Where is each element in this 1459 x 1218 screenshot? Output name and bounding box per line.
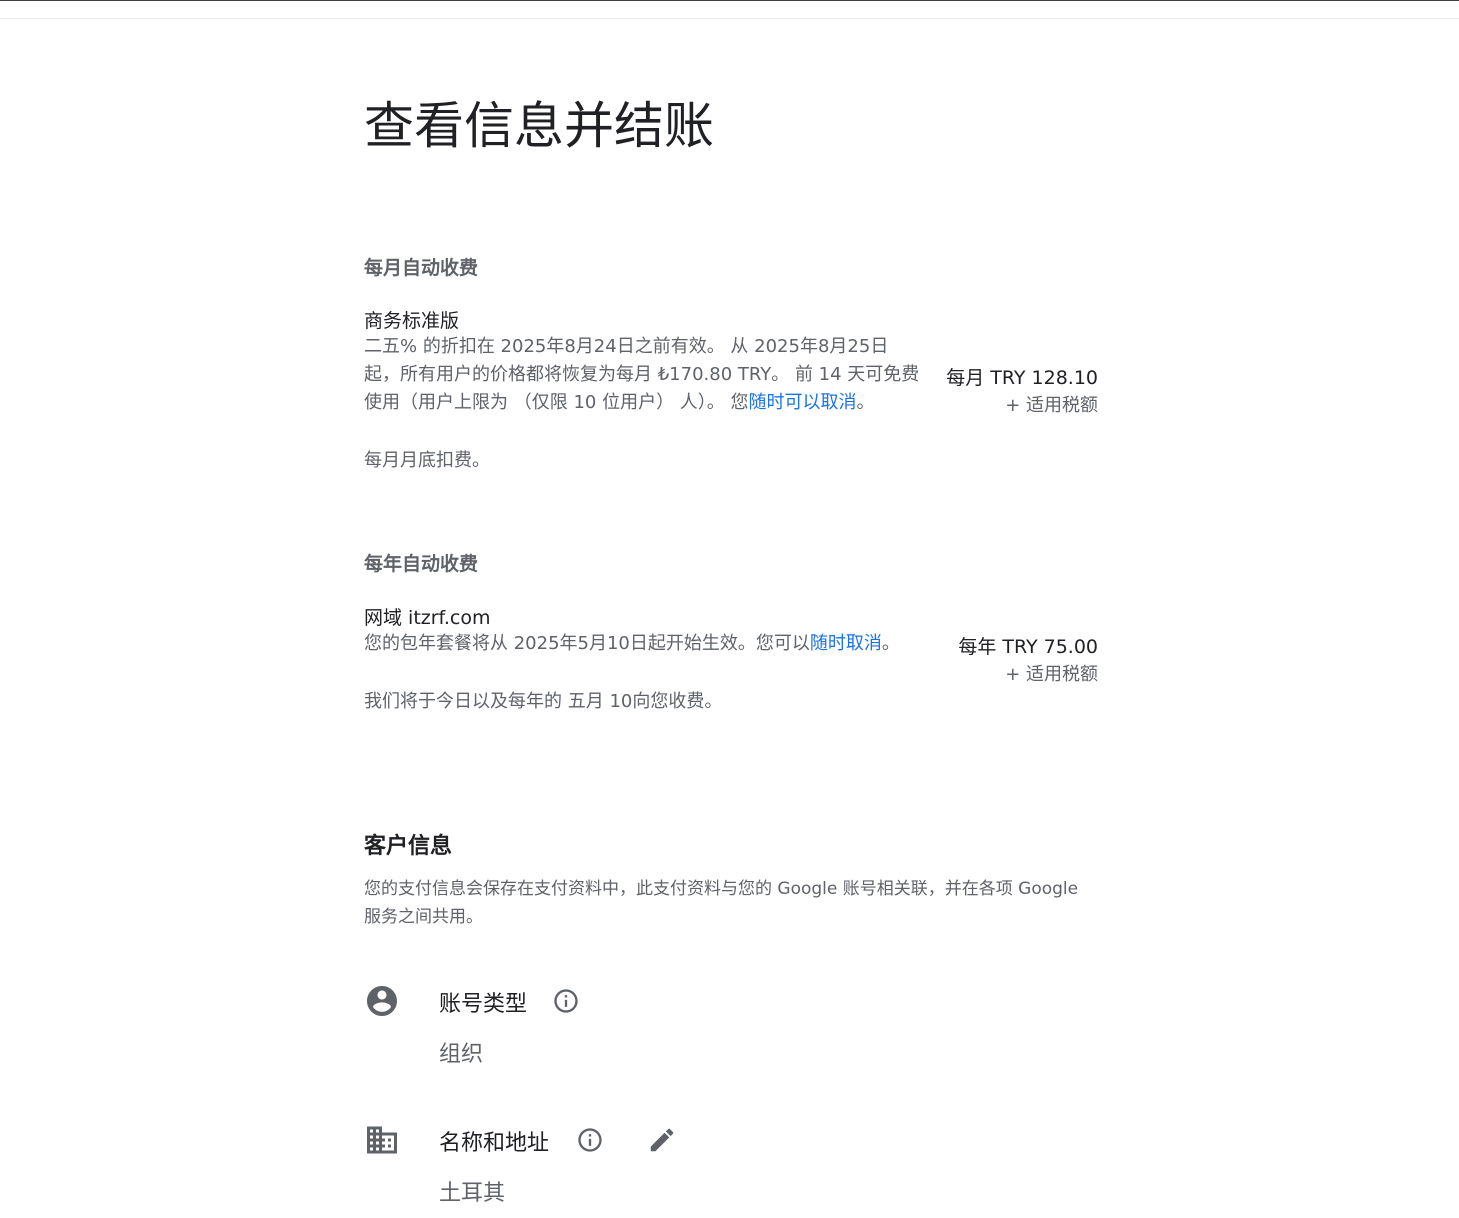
info-icon[interactable] bbox=[576, 1126, 604, 1154]
customer-info-description: 您的支付信息会保存在支付资料中，此支付资料与您的 Google 账号相关联，并在… bbox=[364, 879, 1079, 927]
account-type-title: 账号类型 bbox=[439, 992, 528, 1017]
monthly-desc-end: 。 bbox=[856, 392, 875, 413]
name-address-value: 土耳其 bbox=[439, 1181, 506, 1206]
business-icon bbox=[367, 1126, 397, 1154]
header-divider bbox=[0, 18, 1459, 19]
monthly-item-name: 商务标准版 bbox=[364, 310, 460, 332]
account-circle-icon bbox=[367, 986, 397, 1016]
edit-pencil-icon[interactable] bbox=[647, 1125, 677, 1155]
monthly-charges-label: 每月自动收费 bbox=[364, 257, 479, 279]
monthly-tax-note: + 适用税额 bbox=[1005, 395, 1098, 416]
monthly-billing-note: 每月月底扣费。 bbox=[364, 450, 490, 471]
name-address-title: 名称和地址 bbox=[439, 1131, 550, 1156]
yearly-item-name: 网域 itzrf.com bbox=[364, 607, 491, 629]
yearly-desc-end: 。 bbox=[881, 633, 900, 654]
monthly-cancel-anytime-link[interactable]: 随时可以取消 bbox=[749, 392, 857, 413]
monthly-price: 每月 TRY 128.10 bbox=[946, 367, 1098, 389]
customer-info-heading: 客户信息 bbox=[364, 834, 453, 859]
yearly-charges-label: 每年自动收费 bbox=[364, 553, 479, 575]
account-type-value: 组织 bbox=[439, 1042, 484, 1067]
yearly-tax-note: + 适用税额 bbox=[1005, 664, 1098, 685]
window-top-border bbox=[0, 0, 1459, 1]
yearly-desc-text: 您的包年套餐将从 2025年5月10日起开始生效。您可以 bbox=[364, 633, 810, 654]
yearly-item-description: 您的包年套餐将从 2025年5月10日起开始生效。您可以随时取消。 bbox=[364, 630, 920, 658]
info-icon[interactable] bbox=[552, 987, 580, 1015]
yearly-cancel-anytime-link[interactable]: 随时取消 bbox=[810, 633, 882, 654]
yearly-price: 每年 TRY 75.00 bbox=[958, 636, 1098, 658]
monthly-item-description: 二五% 的折扣在 2025年8月24日之前有效。 从 2025年8月25日起，所… bbox=[364, 333, 920, 417]
page-title: 查看信息并结账 bbox=[364, 97, 714, 155]
yearly-billing-note: 我们将于今日以及每年的 五月 10向您收费。 bbox=[364, 691, 723, 712]
